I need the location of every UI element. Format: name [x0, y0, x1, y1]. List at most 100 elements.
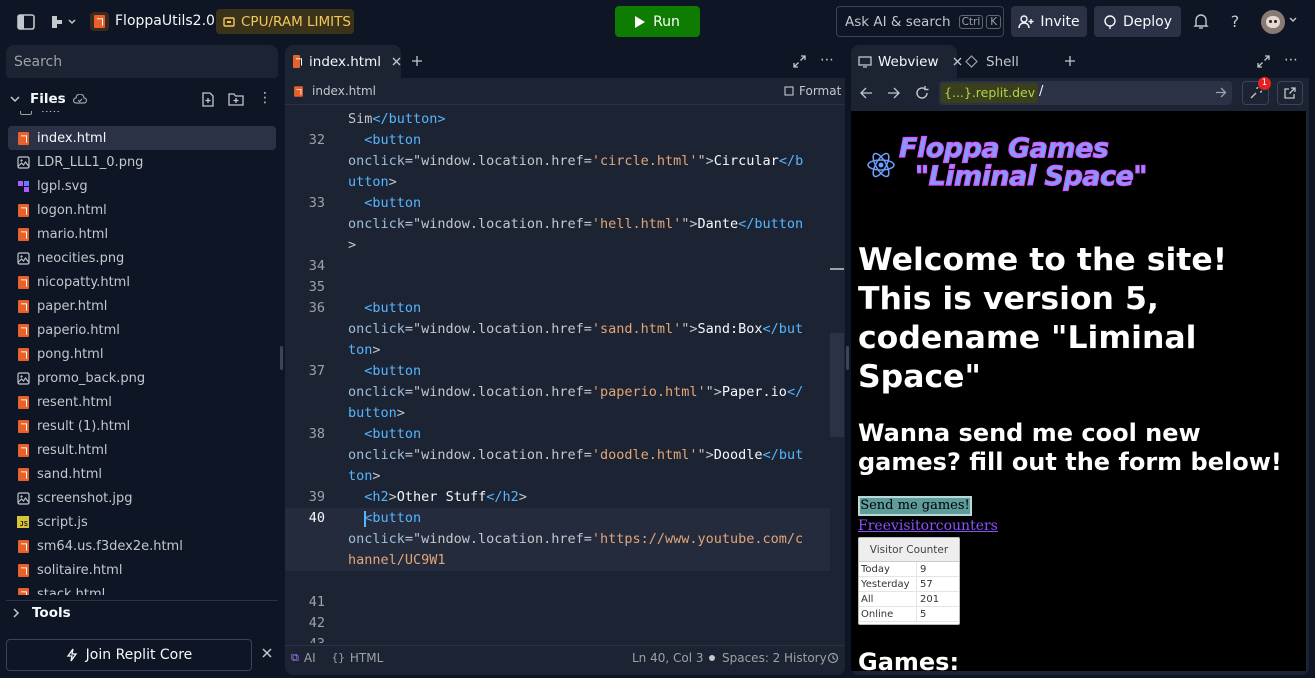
back-arrow-icon[interactable] — [860, 87, 873, 99]
counter-link[interactable]: Freevisitorcounters — [858, 518, 998, 534]
file-item[interactable]: JS script.js — [8, 510, 276, 534]
editor-more-icon[interactable]: ⋯ — [820, 52, 834, 68]
webview-expand-icon[interactable] — [1257, 55, 1270, 68]
tab-index-html[interactable]: index.html — [285, 45, 401, 78]
file-item[interactable]: index.html — [8, 126, 276, 150]
file-name: result.html — [37, 442, 108, 458]
webview-new-tab-plus-icon[interactable] — [1064, 55, 1076, 67]
tab-shell[interactable]: Shell — [965, 45, 1055, 78]
file-item[interactable]: mario.html — [8, 222, 276, 246]
file-item[interactable]: sm64.us.f3dex2e.html — [8, 534, 276, 558]
webview-more-icon[interactable]: ⋯ — [1284, 52, 1298, 68]
dismiss-close-icon[interactable] — [261, 647, 273, 659]
help-icon[interactable]: ? — [1226, 12, 1244, 31]
file-item[interactable]: resent.html — [8, 390, 276, 414]
file-item[interactable]: sand.html — [8, 462, 276, 486]
new-file-icon[interactable] — [201, 92, 215, 107]
url-bar[interactable]: {...}.replit.dev / — [939, 81, 1232, 105]
counter-label: Online — [859, 607, 917, 621]
search-input[interactable]: Search — [6, 45, 278, 78]
top-bar: FloppaUtils2.0 CPU/RAM LIMITS Run Ask AI… — [0, 0, 1315, 44]
sidebar-toggle-icon[interactable] — [16, 13, 36, 31]
html-file-icon — [16, 395, 30, 409]
history-label[interactable]: History — [784, 651, 827, 665]
history-icon[interactable] — [827, 652, 839, 664]
code-line: <button — [364, 195, 422, 211]
sidebar-resize-handle[interactable] — [280, 346, 283, 370]
scroll-thumb[interactable] — [830, 333, 844, 437]
format-button[interactable]: Format — [784, 84, 841, 98]
file-item[interactable]: solitaire.html — [8, 558, 276, 582]
deploy-button[interactable]: Deploy — [1094, 6, 1181, 37]
tools-row[interactable]: Tools — [6, 600, 278, 624]
js-file-icon: JS — [16, 515, 30, 529]
files-title: Files — [30, 91, 66, 107]
file-item[interactable]: neocities.png — [8, 246, 276, 270]
file-name: stack.html — [37, 586, 106, 596]
ai-label[interactable]: AI — [304, 651, 316, 665]
file-item[interactable]: stack.html — [8, 582, 276, 595]
file-item[interactable]: LDR_LLL1_0.png — [8, 150, 276, 174]
spaces-label[interactable]: Spaces: 2 — [722, 651, 780, 665]
breadcrumb-file[interactable]: index.html — [312, 84, 376, 98]
html-file-icon — [293, 55, 301, 68]
new-folder-icon[interactable] — [228, 92, 244, 106]
editor-scrollbar[interactable] — [830, 105, 844, 643]
url-badge: {...}.replit.dev — [941, 83, 1039, 103]
code-area[interactable]: Sim</button> 32 <button onclick="window.lo… — [285, 105, 830, 643]
atom-icon — [867, 152, 895, 178]
replit-menu-icon[interactable] — [48, 12, 78, 32]
file-item[interactable]: nicopatty.html — [8, 270, 276, 294]
reload-icon[interactable] — [915, 86, 929, 100]
lang-label[interactable]: HTML — [350, 651, 383, 665]
code-line: onclick="window.location.href='https://w… — [348, 531, 804, 547]
tab-webview-close-icon[interactable] — [953, 57, 962, 66]
file-item[interactable]: result (1).html — [8, 414, 276, 438]
code-line: <button — [364, 300, 422, 316]
more-options-icon[interactable]: ⋮ — [258, 90, 272, 106]
code-line: onclick="window.location.href='paperio.h… — [348, 384, 804, 400]
k-key: K — [986, 14, 1002, 29]
avatar-chevron-down-icon[interactable] — [1289, 17, 1297, 23]
cpu-ram-limits-badge[interactable]: CPU/RAM LIMITS — [216, 9, 354, 34]
webview-scrollbar[interactable] — [1306, 111, 1309, 671]
invite-button[interactable]: Invite — [1011, 6, 1087, 37]
expand-icon[interactable] — [793, 55, 806, 68]
html-file-icon — [16, 131, 30, 145]
tab-webview[interactable]: Webview — [851, 45, 961, 78]
ask-ai-search[interactable]: Ask AI & search Ctrl K — [836, 6, 1004, 37]
avatar[interactable] — [1261, 10, 1285, 34]
file-item[interactable]: paperio.html — [8, 318, 276, 342]
join-core-button[interactable]: Join Replit Core — [6, 639, 252, 671]
tab-label: index.html — [309, 53, 381, 70]
bell-icon[interactable] — [1193, 13, 1209, 30]
ai-icon[interactable]: ⧉ — [291, 651, 299, 665]
file-item[interactable]: paper.html — [8, 294, 276, 318]
html-file-icon — [16, 227, 30, 241]
file-list: index.html LDR_LLL1_0.png lgpl.svg logon.ht… — [6, 126, 278, 595]
editor-resize-handle[interactable] — [846, 346, 849, 370]
file-item[interactable]: lgpl.svg — [8, 174, 276, 198]
send-games-button[interactable]: Send me games! — [858, 496, 972, 516]
collapse-chevron-icon[interactable] — [10, 95, 20, 103]
open-new-window-icon[interactable] — [1277, 81, 1303, 105]
breadcrumb-html-icon — [294, 85, 303, 97]
file-item[interactable]: promo_back.png — [8, 366, 276, 390]
forward-arrow-icon[interactable] — [887, 87, 900, 99]
file-item[interactable]: logon.html — [8, 198, 276, 222]
code-line: <h2>Other Stuff</h2> — [364, 489, 527, 505]
new-tab-plus-icon[interactable] — [411, 55, 423, 67]
file-item[interactable]: pong.html — [8, 342, 276, 366]
html-file-icon — [16, 347, 30, 361]
file-item[interactable]: screenshot.jpg — [8, 486, 276, 510]
repl-name[interactable]: FloppaUtils2.0 — [115, 13, 215, 29]
devtools-wrench-icon[interactable]: 1 — [1242, 77, 1271, 105]
tab-close-icon[interactable] — [392, 57, 401, 66]
file-item[interactable]: result.html — [8, 438, 276, 462]
go-arrow-icon[interactable] — [1215, 87, 1227, 98]
code-line: button> — [348, 405, 405, 421]
run-button[interactable]: Run — [615, 6, 700, 37]
counter-label: Yesterday — [859, 577, 917, 591]
monitor-icon — [858, 55, 872, 68]
cursor-position[interactable]: Ln 40, Col 3 — [632, 651, 704, 665]
